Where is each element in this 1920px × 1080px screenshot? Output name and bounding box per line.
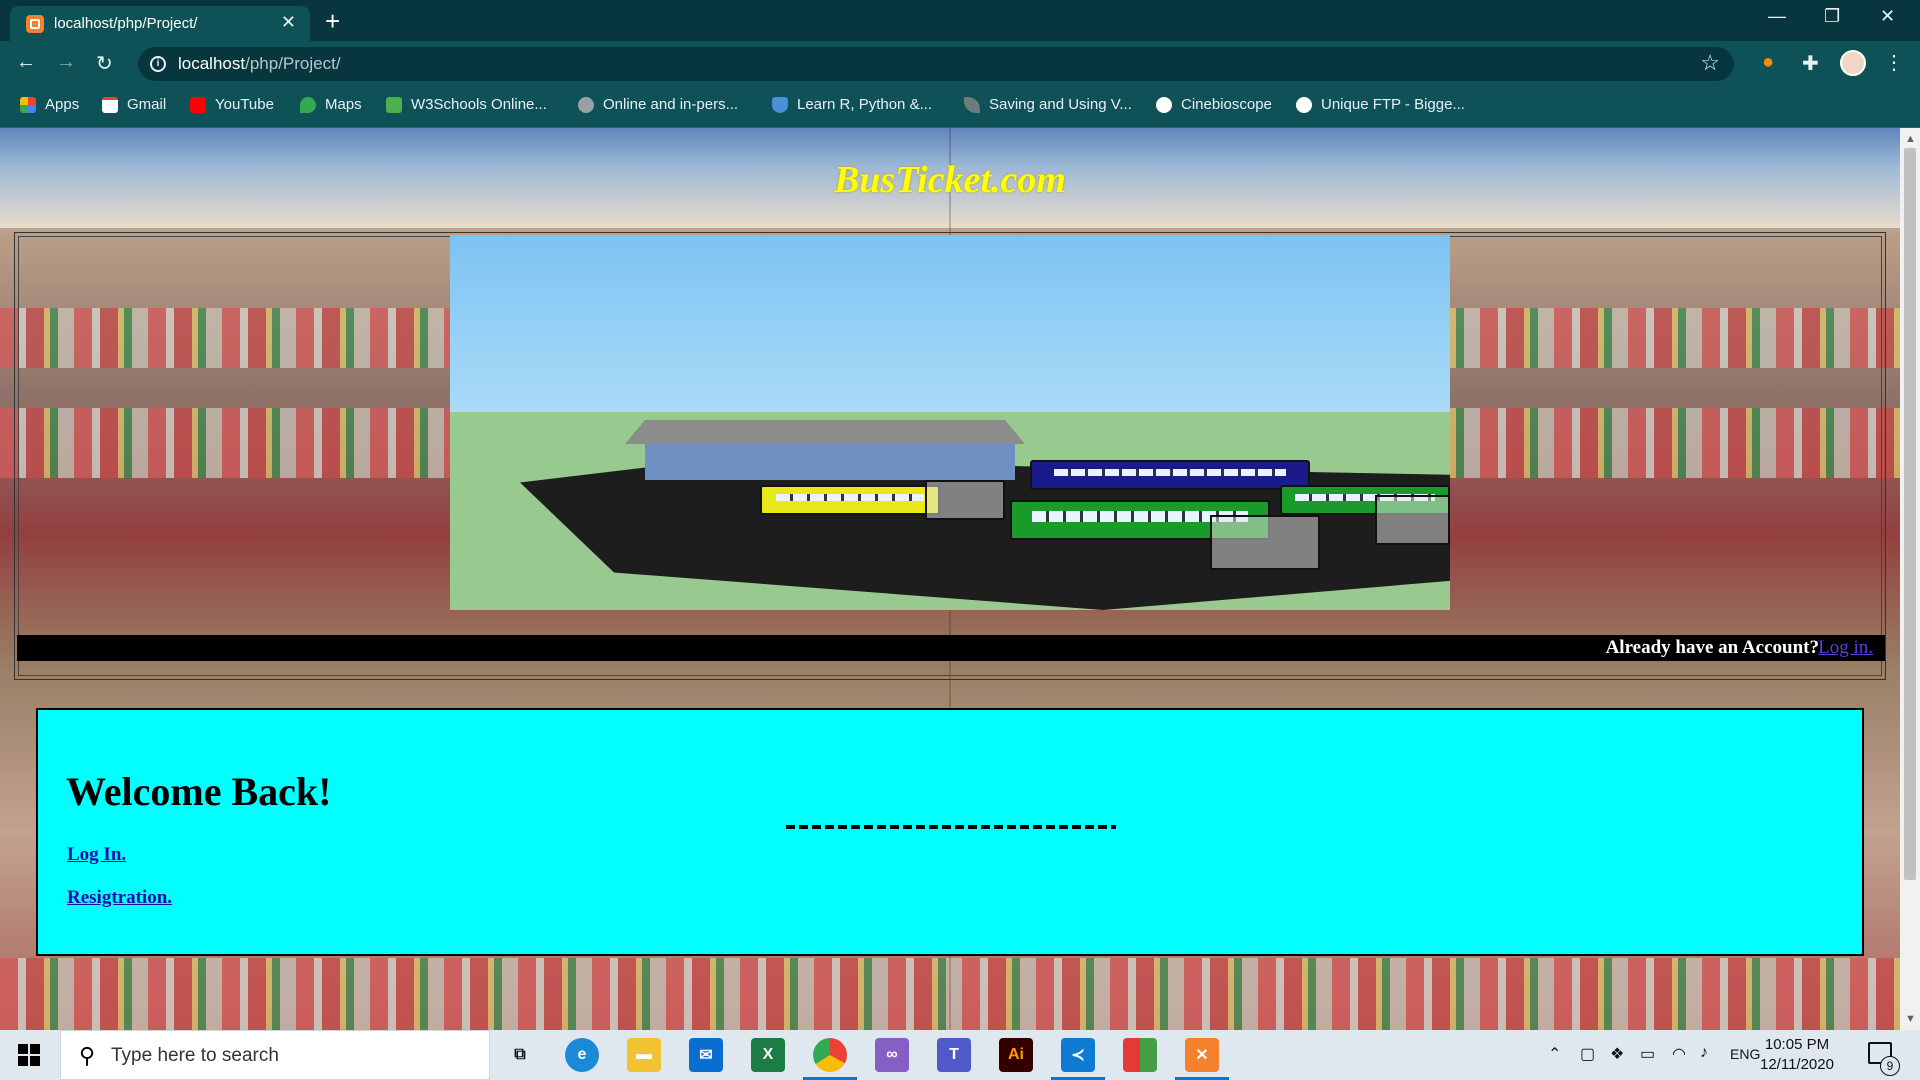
back-icon[interactable]: ←	[16, 51, 36, 74]
xampp-favicon-icon	[26, 15, 44, 33]
restore-icon[interactable]: ❐	[1824, 6, 1840, 27]
windows-taskbar: ⚲ Type here to search ⧉ e ▬ ✉ X ∞ T Ai ≺…	[0, 1030, 1920, 1080]
new-tab-icon[interactable]: +	[325, 6, 340, 37]
scroll-up-icon[interactable]: ▲	[1905, 133, 1916, 145]
close-tab-icon[interactable]: ✕	[281, 12, 296, 33]
bus-terminal-image	[450, 235, 1450, 610]
browser-titlebar: localhost/php/Project/ ✕ + — ❐ ✕	[0, 0, 1920, 41]
mail-icon[interactable]: ✉	[689, 1038, 723, 1072]
minimize-icon[interactable]: —	[1768, 6, 1786, 27]
terminal-roof	[625, 420, 1025, 444]
extensions-puzzle-icon[interactable]: ✚	[1802, 51, 1819, 76]
blue-bus	[1030, 460, 1310, 490]
welcome-panel: Welcome Back! Log In. Resigtration.	[36, 708, 1864, 956]
login-menu-link[interactable]: Log In.	[67, 844, 126, 866]
leaf-icon	[964, 96, 980, 113]
bus-shelter	[1375, 495, 1450, 545]
bookmark-gmail[interactable]: Gmail	[102, 96, 166, 113]
bookmark-w3schools[interactable]: W3Schools Online...	[386, 96, 547, 113]
battery-icon[interactable]: ▭	[1640, 1044, 1655, 1064]
illustrator-icon[interactable]: Ai	[999, 1038, 1033, 1072]
tab-title: localhost/php/Project/	[54, 15, 198, 32]
hero-sky	[450, 235, 1450, 412]
clock-date: 12/11/2020	[1760, 1056, 1834, 1073]
marquee-dashes	[786, 825, 1116, 829]
forward-icon[interactable]: →	[56, 51, 76, 74]
bookmark-learn-r[interactable]: Learn R, Python &...	[772, 96, 932, 113]
close-window-icon[interactable]: ✕	[1880, 6, 1895, 27]
terminal-building	[645, 440, 1015, 480]
w3schools-icon	[386, 96, 402, 113]
volume-muted-icon[interactable]: ♪	[1700, 1044, 1708, 1062]
bookmarks-bar: Apps Gmail YouTube Maps W3Schools Online…	[0, 87, 1920, 128]
gmail-icon	[102, 96, 118, 113]
clock-time: 10:05 PM	[1764, 1036, 1830, 1053]
windows-start-icon[interactable]	[18, 1044, 40, 1066]
excel-icon[interactable]: X	[751, 1038, 785, 1072]
language-indicator[interactable]: ENG	[1730, 1046, 1760, 1062]
bus-shelter	[925, 480, 1005, 520]
taskbar-search-placeholder: Type here to search	[111, 1045, 279, 1066]
taskbar-clock[interactable]: 10:05 PM 12/11/2020	[1760, 1035, 1834, 1075]
scroll-thumb[interactable]	[1904, 148, 1916, 880]
globe-icon	[1156, 96, 1172, 113]
apps-grid-icon	[20, 96, 36, 113]
device-icon[interactable]: ▢	[1580, 1044, 1595, 1064]
edge-icon[interactable]: e	[565, 1038, 599, 1072]
search-icon: ⚲	[79, 1043, 96, 1068]
yellow-bus	[760, 485, 940, 515]
scroll-down-icon[interactable]: ▼	[1905, 1013, 1916, 1025]
extension-flame-icon[interactable]: ●	[1762, 51, 1774, 74]
chrome-icon[interactable]	[803, 1038, 857, 1080]
welcome-heading: Welcome Back!	[66, 769, 332, 814]
browser-toolbar: ← → ↻ i localhost/php/Project/ ☆ ● ✚ ⋮	[0, 41, 1920, 87]
bus-shelter	[1210, 515, 1320, 570]
wifi-icon[interactable]: ◠	[1672, 1044, 1686, 1064]
file-explorer-icon[interactable]: ▬	[627, 1038, 661, 1072]
bookmark-star-icon[interactable]: ☆	[1700, 50, 1720, 76]
reload-icon[interactable]: ↻	[96, 51, 113, 76]
login-link[interactable]: Log in.	[1818, 637, 1873, 659]
url-text[interactable]: localhost/php/Project/	[178, 54, 341, 74]
notification-count: 9	[1880, 1056, 1900, 1076]
bookmark-apps[interactable]: Apps	[20, 96, 79, 113]
login-prompt: Already have an Account?	[1605, 637, 1819, 658]
maps-icon	[300, 96, 316, 113]
site-icon	[578, 96, 594, 113]
youtube-icon	[190, 96, 206, 113]
bookmark-online[interactable]: Online and in-pers...	[578, 96, 738, 113]
bookmark-saving[interactable]: Saving and Using V...	[964, 96, 1132, 113]
address-bar[interactable]: i localhost/php/Project/ ☆	[138, 47, 1734, 81]
browser-tab[interactable]: localhost/php/Project/ ✕	[10, 6, 310, 41]
dropbox-icon[interactable]: ❖	[1610, 1044, 1624, 1064]
bookmark-youtube[interactable]: YouTube	[190, 96, 274, 113]
vscode-icon[interactable]: ≺	[1051, 1038, 1105, 1080]
shield-icon	[772, 96, 788, 113]
winrar-icon[interactable]	[1123, 1038, 1157, 1072]
bookmark-cinebioscope[interactable]: Cinebioscope	[1156, 96, 1272, 113]
site-title: BusTicket.com	[834, 159, 1066, 201]
task-view-icon[interactable]: ⧉	[503, 1038, 537, 1072]
profile-avatar[interactable]	[1840, 50, 1866, 76]
xampp-icon[interactable]: ✕	[1175, 1038, 1229, 1080]
visual-studio-icon[interactable]: ∞	[875, 1038, 909, 1072]
page-scrollbar[interactable]: ▲ ▼	[1900, 128, 1920, 1030]
login-bar: Already have an Account? Log in.	[17, 635, 1885, 661]
bookmark-maps[interactable]: Maps	[300, 96, 362, 113]
taskbar-search[interactable]: ⚲ Type here to search	[60, 1030, 490, 1080]
info-icon[interactable]: i	[150, 56, 166, 72]
globe-icon	[1296, 96, 1312, 113]
registration-menu-link[interactable]: Resigtration.	[67, 887, 172, 909]
show-hidden-icons-icon[interactable]: ⌃	[1548, 1044, 1561, 1064]
teams-icon[interactable]: T	[937, 1038, 971, 1072]
bookmark-unique-ftp[interactable]: Unique FTP - Bigge...	[1296, 96, 1465, 113]
browser-menu-icon[interactable]: ⋮	[1884, 50, 1904, 75]
